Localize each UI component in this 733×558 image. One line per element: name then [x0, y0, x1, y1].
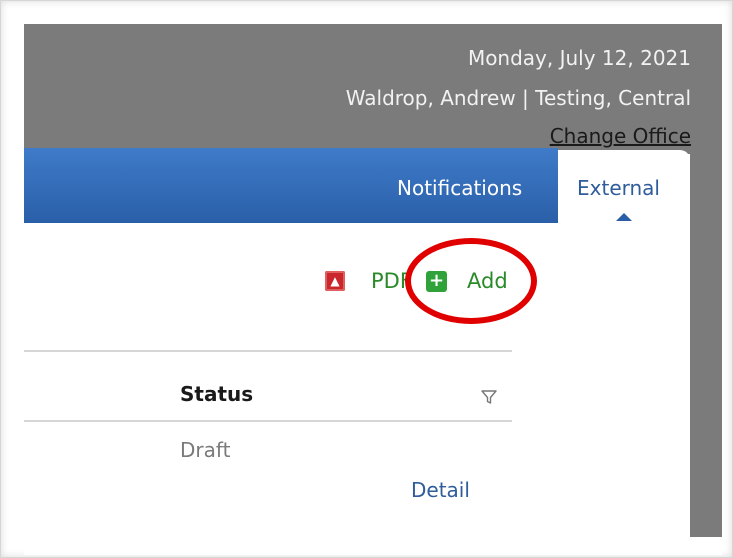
status-column-header[interactable]: Status [180, 382, 253, 406]
table-header-top-border [24, 350, 512, 352]
status-cell: Draft [180, 438, 231, 462]
header-date: Monday, July 12, 2021 [467, 46, 691, 70]
active-tab-caret-icon [616, 213, 632, 221]
header-user-info: Waldrop, Andrew | Testing, Central [345, 86, 691, 110]
pdf-icon[interactable]: ▲ [325, 271, 345, 291]
filter-icon[interactable] [481, 389, 497, 405]
bottom-margin [24, 537, 722, 555]
highlight-circle [405, 238, 537, 324]
table-header-bottom-border [24, 420, 512, 422]
change-office-link[interactable]: Change Office [550, 124, 691, 148]
right-margin [690, 150, 722, 537]
nav-notifications[interactable]: Notifications [397, 176, 522, 200]
main-content [24, 223, 690, 537]
tab-external-label[interactable]: External [577, 176, 660, 200]
detail-link[interactable]: Detail [411, 478, 470, 502]
